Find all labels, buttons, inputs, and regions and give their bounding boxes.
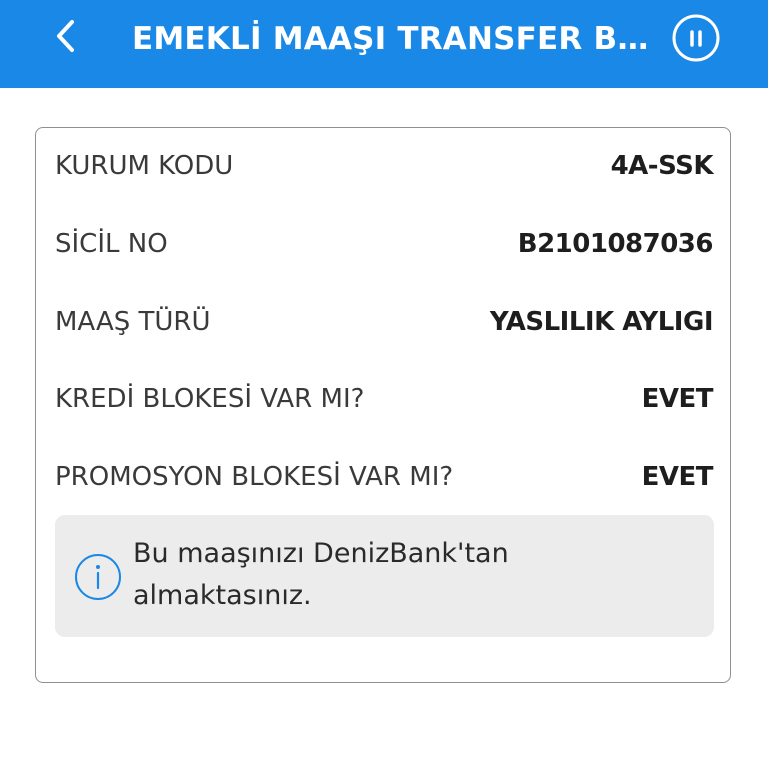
detail-label: PROMOSYON BLOKESİ VAR MI? — [55, 462, 454, 492]
detail-row-sicil-no: SİCİL NO B2101087036 — [55, 222, 714, 266]
detail-row-maas-turu: MAAŞ TÜRÜ YASLILIK AYLIGI — [55, 300, 714, 344]
detail-label: SİCİL NO — [55, 229, 168, 259]
back-button[interactable] — [44, 10, 88, 62]
detail-row-kurum-kodu: KURUM KODU 4A-SSK — [55, 144, 714, 188]
detail-label: KURUM KODU — [55, 151, 234, 181]
details-card: KURUM KODU 4A-SSK SİCİL NO B2101087036 M… — [35, 127, 731, 683]
detail-value: B2101087036 — [517, 229, 714, 259]
chevron-left-icon — [57, 20, 74, 52]
pause-circle-icon — [672, 14, 720, 62]
app-header: EMEKLİ MAAŞI TRANSFER BAŞ... — [0, 0, 768, 88]
page-title: EMEKLİ MAAŞI TRANSFER BAŞ... — [132, 21, 652, 57]
detail-row-promosyon-blokesi: PROMOSYON BLOKESİ VAR MI? EVET — [55, 455, 714, 499]
info-message-text: Bu maaşınızı DenizBank'tan almaktasınız. — [133, 538, 509, 611]
detail-value: YASLILIK AYLIGI — [489, 307, 714, 337]
detail-label: KREDİ BLOKESİ VAR MI? — [55, 384, 365, 414]
detail-label: MAAŞ TÜRÜ — [55, 307, 211, 337]
pause-button[interactable] — [670, 12, 722, 64]
info-icon — [75, 554, 121, 600]
detail-value: EVET — [641, 384, 714, 414]
info-message-box: Bu maaşınızı DenizBank'tan almaktasınız. — [55, 515, 714, 637]
detail-value: EVET — [641, 462, 714, 492]
detail-row-kredi-blokesi: KREDİ BLOKESİ VAR MI? EVET — [55, 377, 714, 421]
detail-value: 4A-SSK — [610, 151, 714, 181]
